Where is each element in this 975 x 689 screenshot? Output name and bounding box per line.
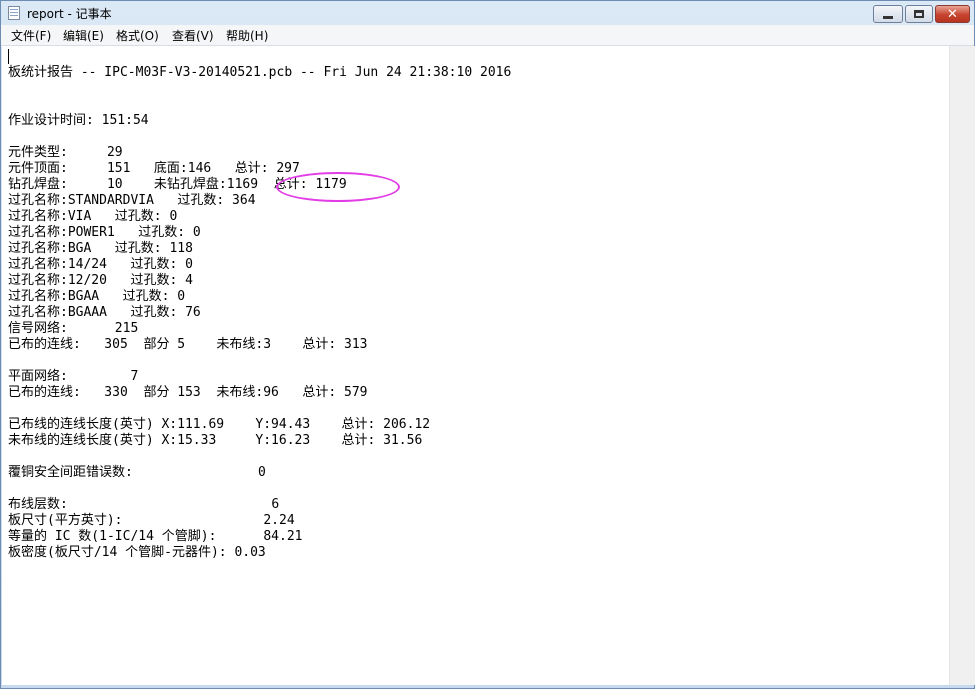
report-line: 信号网络: 215: [8, 321, 139, 336]
report-line: 元件类型: 29: [8, 145, 123, 160]
report-line: 已布线的连线长度(英寸) X:111.69 Y:94.43 总计: 206.12: [8, 417, 431, 432]
report-line: 过孔名称:BGAAA 过孔数: 76: [8, 305, 201, 320]
notepad-icon[interactable]: [8, 6, 20, 20]
report-line: 钻孔焊盘: 10 未钻孔焊盘:1169 总计: 1179: [8, 177, 347, 192]
report-line: 平面网络: 7: [8, 369, 139, 384]
menu-help[interactable]: 帮助(H): [226, 27, 268, 44]
menu-view[interactable]: 查看(V): [172, 27, 214, 44]
menu-edit[interactable]: 编辑(E): [63, 27, 104, 44]
report-line: 未布线的连线长度(英寸) X:15.33 Y:16.23 总计: 31.56: [8, 433, 423, 448]
close-button[interactable]: ✕: [935, 5, 970, 23]
report-line: 板尺寸(平方英寸): 2.24: [8, 513, 295, 528]
window-bottom-border: [1, 685, 974, 689]
report-line: 元件顶面: 151 底面:146 总计: 297: [8, 161, 300, 176]
minimize-button[interactable]: [873, 5, 903, 23]
maximize-icon: [914, 10, 924, 18]
report-line: 过孔名称:BGAA 过孔数: 0: [8, 289, 186, 304]
report-line: 已布的连线: 330 部分 153 未布线:96 总计: 579: [8, 385, 368, 400]
menu-file[interactable]: 文件(F): [11, 27, 51, 44]
maximize-button[interactable]: [905, 5, 933, 23]
menu-format[interactable]: 格式(O): [116, 27, 159, 44]
notepad-window: report - 记事本 ✕ 文件(F) 编辑(E) 格式(O) 查看(V) 帮…: [0, 0, 975, 689]
menu-bar: 文件(F) 编辑(E) 格式(O) 查看(V) 帮助(H): [1, 25, 974, 46]
report-line: 布线层数: 6: [8, 497, 280, 512]
report-line: 等量的 IC 数(1-IC/14 个管脚): 84.21: [8, 529, 303, 544]
report-line: 作业设计时间: 151:54: [8, 113, 149, 128]
report-line: 过孔名称:14/24 过孔数: 0: [8, 257, 193, 272]
text-editor-area[interactable]: 板统计报告 -- IPC-M03F-V3-20140521.pcb -- Fri…: [2, 46, 949, 685]
close-icon: ✕: [947, 6, 958, 22]
report-line: 过孔名称:STANDARDVIA 过孔数: 364: [8, 193, 256, 208]
report-line: 过孔名称:POWER1 过孔数: 0: [8, 225, 201, 240]
report-line: 过孔名称:12/20 过孔数: 4: [8, 273, 193, 288]
report-line: 已布的连线: 305 部分 5 未布线:3 总计: 313: [8, 337, 368, 352]
minimize-icon: [883, 15, 893, 19]
report-line: 板密度(板尺寸/14 个管脚-元器件): 0.03: [8, 545, 266, 560]
report-title-line: 板统计报告 -- IPC-M03F-V3-20140521.pcb -- Fri…: [8, 65, 512, 80]
window-title: report - 记事本: [27, 7, 112, 21]
title-bar[interactable]: report - 记事本 ✕: [1, 1, 974, 25]
report-line: 过孔名称:BGA 过孔数: 118: [8, 241, 193, 256]
report-line: 过孔名称:VIA 过孔数: 0: [8, 209, 178, 224]
vertical-scrollbar[interactable]: [949, 46, 975, 685]
text-caret: [8, 49, 9, 64]
report-line: 覆铜安全间距错误数: 0: [8, 465, 266, 480]
